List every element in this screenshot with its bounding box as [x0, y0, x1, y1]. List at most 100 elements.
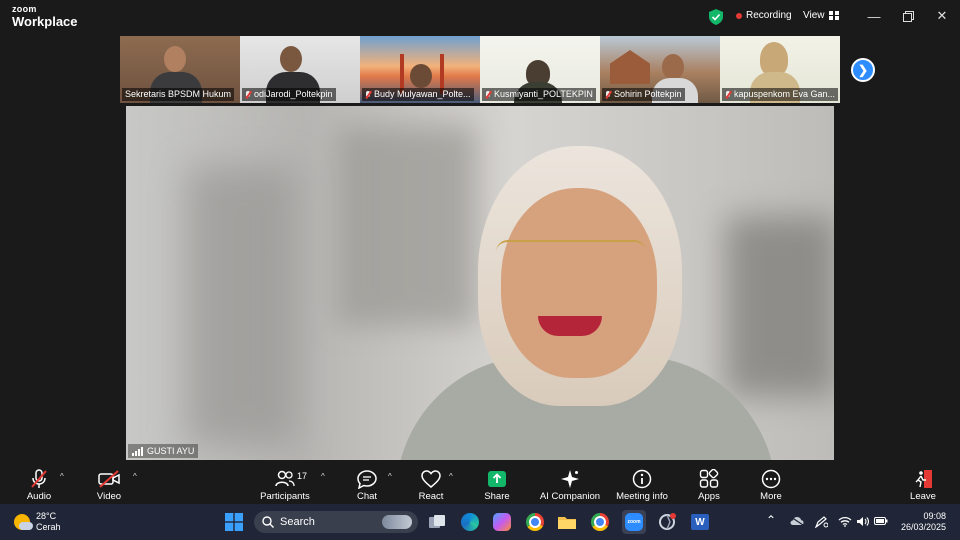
- volume-icon[interactable]: [856, 516, 870, 530]
- more-dots-icon: [760, 469, 782, 489]
- recording-indicator[interactable]: Recording: [736, 10, 792, 21]
- participants-strip: Sekretaris BPSDM Hukum odiJarodi_Poltekp…: [120, 36, 840, 103]
- windows-start-icon[interactable]: [224, 512, 244, 532]
- wifi-icon[interactable]: [838, 516, 852, 530]
- tray-expand-chevron-icon[interactable]: ⌃: [766, 513, 776, 527]
- participant-video: [410, 64, 432, 88]
- weather-desc: Cerah: [36, 522, 61, 532]
- chevron-right-icon: ❯: [857, 63, 869, 77]
- share-label: Share: [484, 491, 510, 502]
- video-options-caret-icon[interactable]: ^: [133, 472, 137, 481]
- participant-tile[interactable]: Sekretaris BPSDM Hukum: [120, 36, 240, 103]
- react-button[interactable]: React: [416, 464, 446, 502]
- snipping-tool-icon[interactable]: [657, 512, 677, 532]
- building-background: [610, 50, 650, 84]
- participant-video: [164, 46, 186, 72]
- windows-taskbar: 28°C Cerah Search zoom W ⌃ 09:08 26/03/2…: [0, 504, 960, 540]
- search-placeholder: Search: [280, 516, 315, 528]
- ai-companion-label: AI Companion: [539, 491, 601, 502]
- more-label: More: [760, 491, 782, 502]
- meeting-toolbar: Audio ^ Video ^ Participants 17 ^ Chat ^…: [0, 460, 960, 504]
- audio-button[interactable]: Audio: [22, 464, 56, 502]
- apps-button[interactable]: Apps: [695, 464, 723, 502]
- leave-door-icon: [912, 469, 934, 489]
- zoom-taskbar-icon[interactable]: zoom: [622, 510, 646, 534]
- speaker-face: [501, 188, 657, 378]
- weather-widget[interactable]: 28°C Cerah: [14, 511, 61, 533]
- share-button[interactable]: Share: [482, 464, 512, 502]
- view-button[interactable]: View: [803, 10, 839, 21]
- meeting-info-label: Meeting info: [616, 491, 668, 502]
- participant-video: [280, 46, 302, 72]
- ai-companion-button[interactable]: AI Companion: [538, 464, 602, 502]
- participant-tile[interactable]: Sohirin Poltekpin: [600, 36, 720, 103]
- minimize-icon[interactable]: —: [866, 8, 882, 24]
- close-icon[interactable]: ✕: [934, 8, 950, 24]
- participants-count: 17: [297, 471, 308, 481]
- clock-date: 26/03/2025: [900, 522, 946, 532]
- participant-name: Kusmiyanti_POLTEKPIN: [482, 88, 596, 101]
- speaker-name: GUSTI AYU: [147, 446, 195, 456]
- participants-icon: [274, 469, 296, 489]
- battery-icon[interactable]: [874, 516, 888, 529]
- file-explorer-icon[interactable]: [557, 512, 577, 532]
- copilot-icon[interactable]: [492, 512, 512, 532]
- muted-mic-icon: [28, 469, 50, 489]
- pen-menu-icon[interactable]: [814, 516, 829, 531]
- chrome-icon[interactable]: [525, 512, 545, 532]
- weather-text: 28°C Cerah: [36, 511, 61, 533]
- participant-tile[interactable]: Kusmiyanti_POLTEKPIN: [480, 36, 600, 103]
- view-label: View: [803, 10, 825, 21]
- muted-mic-icon: [725, 90, 731, 99]
- restore-icon[interactable]: [900, 8, 916, 24]
- onedrive-cloud-icon[interactable]: [790, 516, 804, 529]
- leave-button[interactable]: Leave: [908, 464, 938, 502]
- chat-options-caret-icon[interactable]: ^: [388, 472, 392, 481]
- video-off-icon: [98, 469, 120, 489]
- participant-name: kapuspenkom Eva Gan...: [722, 88, 839, 101]
- video-label: Video: [96, 491, 122, 502]
- speaker-mouth: [538, 316, 602, 336]
- participant-tile[interactable]: odiJarodi_Poltekpin: [240, 36, 360, 103]
- app-logo: zoom Workplace: [12, 5, 78, 29]
- next-page-button[interactable]: ❯: [851, 58, 875, 82]
- audio-options-caret-icon[interactable]: ^: [60, 472, 64, 481]
- muted-mic-icon: [245, 90, 251, 99]
- clock-time: 09:08: [923, 511, 946, 521]
- participants-label: Participants: [260, 491, 310, 502]
- search-highlight-icon: [382, 515, 412, 529]
- leave-label: Leave: [910, 491, 936, 502]
- react-options-caret-icon[interactable]: ^: [449, 472, 453, 481]
- edge-browser-icon[interactable]: [460, 512, 480, 532]
- shield-icon[interactable]: [709, 9, 723, 25]
- recording-dot-icon: [736, 12, 742, 19]
- participant-video: [662, 54, 684, 80]
- participant-name: Sohirin Poltekpin: [602, 88, 685, 101]
- participant-tile[interactable]: Budy Mulyawan_Polte...: [360, 36, 480, 103]
- background-shape: [336, 126, 476, 326]
- muted-mic-icon: [365, 90, 371, 99]
- word-icon[interactable]: W: [690, 512, 710, 532]
- participants-button[interactable]: Participants: [258, 464, 312, 502]
- audio-label: Audio: [26, 491, 52, 502]
- title-bar: zoom Workplace Recording View — ✕: [0, 0, 960, 34]
- chrome-profile-icon[interactable]: [590, 512, 610, 532]
- signal-bars-icon: [132, 446, 143, 456]
- meeting-info-button[interactable]: Meeting info: [612, 464, 672, 502]
- main-video[interactable]: GUSTI AYU: [126, 106, 834, 460]
- task-view-icon[interactable]: [427, 512, 447, 532]
- taskbar-search[interactable]: Search: [254, 511, 418, 533]
- apps-label: Apps: [698, 491, 720, 502]
- muted-mic-icon: [485, 90, 491, 99]
- more-button[interactable]: More: [757, 464, 785, 502]
- weather-partly-cloudy-icon: [14, 514, 33, 530]
- participants-options-caret-icon[interactable]: ^: [321, 472, 325, 481]
- video-button[interactable]: Video: [92, 464, 126, 502]
- chat-button[interactable]: Chat: [352, 464, 382, 502]
- grid-icon: [828, 11, 839, 20]
- search-icon: [262, 516, 274, 528]
- participant-tile[interactable]: kapuspenkom Eva Gan...: [720, 36, 840, 103]
- brand-bottom: Workplace: [12, 14, 78, 29]
- taskbar-clock[interactable]: 09:08 26/03/2025: [896, 511, 946, 533]
- react-label: React: [418, 491, 444, 502]
